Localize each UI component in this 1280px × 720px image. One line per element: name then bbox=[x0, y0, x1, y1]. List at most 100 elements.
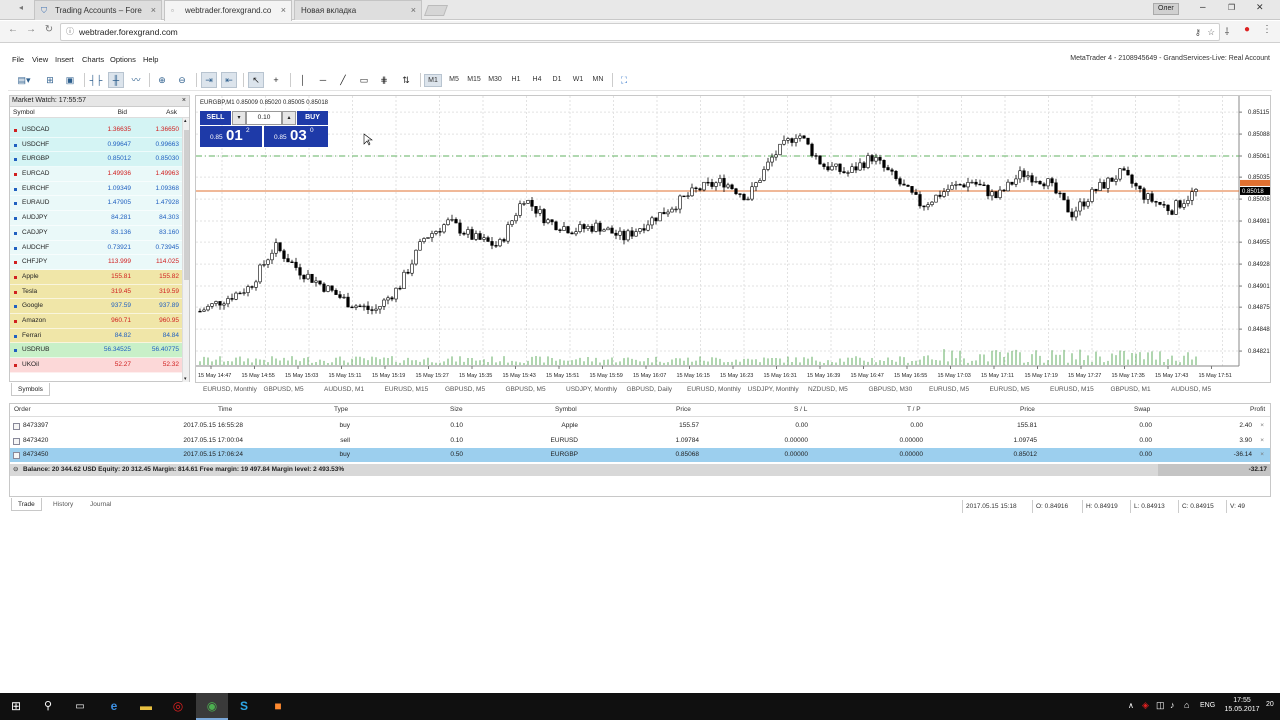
scroll-down-icon[interactable]: ▾ bbox=[184, 376, 187, 382]
market-watch-row[interactable]: USDCHF 0.99647 0.99663 bbox=[10, 137, 183, 153]
menu-view[interactable]: View bbox=[32, 55, 48, 64]
candlestick-icon[interactable]: ╫ bbox=[108, 72, 124, 88]
market-watch-row[interactable]: Amazon 960.71 960.95 bbox=[10, 313, 183, 329]
market-watch-row[interactable]: Apple 155.81 155.82 bbox=[10, 269, 183, 285]
chart-tab[interactable]: GBPUSD, M5 bbox=[506, 386, 546, 393]
close-icon[interactable]: × bbox=[151, 1, 156, 20]
sell-price[interactable]: 0.85 01 2 bbox=[200, 126, 262, 147]
language-indicator[interactable]: ENG bbox=[1200, 702, 1215, 709]
col-time[interactable]: Time bbox=[218, 406, 232, 413]
extension-icon[interactable]: ⸸ bbox=[1220, 24, 1234, 38]
market-watch-row[interactable]: AUDCHF 0.73921 0.73945 bbox=[10, 240, 183, 256]
vertical-line-icon[interactable]: │ bbox=[295, 72, 311, 88]
collapse-icon[interactable]: ⊖ bbox=[13, 464, 18, 476]
col-sl[interactable]: S / L bbox=[794, 406, 807, 413]
chart-tab[interactable]: GBPUSD, M5 bbox=[445, 386, 485, 393]
col-price[interactable]: Price bbox=[676, 406, 691, 413]
chart-tab[interactable]: EURUSD, M15 bbox=[385, 386, 429, 393]
market-watch-row[interactable]: EURCHF 1.09349 1.09368 bbox=[10, 181, 183, 197]
crosshair-icon[interactable]: + bbox=[268, 72, 284, 88]
close-order-icon[interactable]: × bbox=[1260, 448, 1264, 462]
col-symbol[interactable]: Symbol bbox=[555, 406, 577, 413]
new-chart-icon[interactable]: ▤▾ bbox=[12, 72, 36, 88]
timeframe-m30[interactable]: M30 bbox=[485, 74, 505, 87]
clock[interactable]: 17:55 15.05.2017 bbox=[1222, 696, 1262, 714]
chart-tab[interactable]: AUDUSD, M1 bbox=[324, 386, 364, 393]
network-icon[interactable]: ∧ bbox=[1128, 701, 1134, 710]
col-current-price[interactable]: Price bbox=[1020, 406, 1035, 413]
fibonacci-icon[interactable]: ⋕ bbox=[376, 72, 392, 88]
reload-icon[interactable]: ↻ bbox=[42, 24, 56, 35]
tab-menu-icon[interactable]: ◂ bbox=[14, 3, 28, 12]
timeframe-d1[interactable]: D1 bbox=[548, 74, 566, 87]
market-watch-scrollbar[interactable]: ▴ ▾ bbox=[182, 118, 189, 382]
col-order[interactable]: Order bbox=[14, 406, 31, 413]
scroll-up-icon[interactable]: ▴ bbox=[184, 118, 187, 124]
opera-icon[interactable]: ● bbox=[1240, 24, 1254, 35]
close-order-icon[interactable]: × bbox=[1260, 419, 1264, 433]
col-type[interactable]: Type bbox=[334, 406, 348, 413]
notification-count[interactable]: 20 bbox=[1266, 701, 1274, 708]
timeframe-mn[interactable]: MN bbox=[588, 74, 608, 87]
text-label-icon[interactable]: ▭ bbox=[356, 72, 372, 88]
volume-icon[interactable]: ♪ bbox=[1170, 700, 1175, 710]
search-icon[interactable]: ⚲ bbox=[32, 693, 64, 720]
tray-app-icon[interactable]: ◈ bbox=[1142, 700, 1149, 711]
zoom-in-icon[interactable]: ⊕ bbox=[154, 72, 170, 88]
profile-badge[interactable]: Олег bbox=[1153, 3, 1179, 15]
chart-window[interactable]: 0.85115 0.85088 0.85061 0.85035 0.85008 0.849… bbox=[195, 95, 1271, 383]
tab-trade[interactable]: Trade bbox=[11, 498, 42, 511]
col-ask[interactable]: Ask bbox=[166, 107, 177, 118]
auto-scroll-icon[interactable]: ⇤ bbox=[221, 72, 237, 88]
timeframe-m15[interactable]: M15 bbox=[464, 74, 484, 87]
chart-tab[interactable]: EURUSD, M15 bbox=[1050, 386, 1094, 393]
wifi-icon[interactable]: ⌂ bbox=[1184, 700, 1189, 710]
chart-tab[interactable]: AUDUSD, M5 bbox=[1171, 386, 1211, 393]
task-view-icon[interactable]: ▭ bbox=[64, 693, 96, 720]
market-watch-row[interactable]: Google 937.59 937.89 bbox=[10, 299, 183, 314]
chart-tab[interactable]: GBPUSD, Daily bbox=[627, 386, 673, 393]
chart-shift-icon[interactable]: ⇥ bbox=[201, 72, 217, 88]
buy-button[interactable]: BUY bbox=[297, 111, 328, 125]
cursor-icon[interactable]: ↖ bbox=[248, 72, 264, 88]
restore-icon[interactable]: ❐ bbox=[1228, 3, 1235, 12]
fullscreen-icon[interactable]: ⛶ bbox=[616, 72, 632, 88]
market-watch-row[interactable]: Tesla 319.45 319.59 bbox=[10, 284, 183, 300]
forward-icon[interactable]: → bbox=[24, 24, 38, 35]
file-explorer-icon[interactable]: ▬ bbox=[130, 693, 162, 720]
chart-tab[interactable]: GBPUSD, M5 bbox=[264, 386, 304, 393]
market-watch-row[interactable]: USDCAD 1.36635 1.36650 bbox=[10, 123, 183, 138]
order-row[interactable]: 8473397 2017.05.15 16:55:28 buy 0.10 Apple 15… bbox=[10, 419, 1270, 433]
chart-tab[interactable]: EURUSD, M5 bbox=[990, 386, 1030, 393]
market-watch-row[interactable]: USDRUB 56.34525 56.40775 bbox=[10, 343, 183, 358]
timeframe-m1[interactable]: M1 bbox=[424, 74, 442, 87]
chart-tab[interactable]: EURUSD, Monthly bbox=[687, 386, 741, 393]
chart-tab[interactable]: GBPUSD, M1 bbox=[1111, 386, 1151, 393]
chart-tab[interactable]: USDJPY, Monthly bbox=[566, 386, 617, 393]
horizontal-line-icon[interactable]: ─ bbox=[315, 72, 331, 88]
lot-increase-icon[interactable]: ▴ bbox=[282, 111, 296, 125]
col-profit[interactable]: Profit bbox=[1250, 406, 1265, 413]
zoom-out-icon[interactable]: ⊖ bbox=[174, 72, 190, 88]
lot-size-input[interactable]: 0.10 bbox=[246, 111, 282, 125]
chart-tab[interactable]: EURUSD, Monthly bbox=[203, 386, 257, 393]
indicators-icon[interactable]: ⇅ bbox=[398, 72, 414, 88]
col-swap[interactable]: Swap bbox=[1134, 406, 1150, 413]
col-tp[interactable]: T / P bbox=[907, 406, 921, 413]
opera-taskbar-icon[interactable]: ◎ bbox=[162, 693, 194, 720]
line-chart-icon[interactable]: 〰 bbox=[128, 72, 144, 88]
market-watch-row[interactable]: EURGBP 0.85012 0.85030 bbox=[10, 152, 183, 168]
edge-icon[interactable]: e bbox=[98, 693, 130, 720]
key-icon[interactable]: ⚷ bbox=[1195, 24, 1201, 40]
candlestick-chart[interactable]: 0.851150.850880.850610.850350.850080.849… bbox=[196, 96, 1272, 384]
col-bid[interactable]: Bid bbox=[118, 107, 127, 118]
menu-charts[interactable]: Charts bbox=[82, 55, 104, 64]
lot-decrease-icon[interactable]: ▾ bbox=[232, 111, 246, 125]
close-icon[interactable]: × bbox=[411, 1, 416, 20]
menu-options[interactable]: Options bbox=[110, 55, 136, 64]
col-size[interactable]: Size bbox=[450, 406, 463, 413]
timeframe-h1[interactable]: H1 bbox=[507, 74, 525, 87]
url-input[interactable]: ⓘ webtrader.forexgrand.com ⚷ ☆ bbox=[60, 23, 1220, 41]
window-close-icon[interactable]: ✕ bbox=[1256, 2, 1264, 13]
order-row[interactable]: 8473450 2017.05.15 17:06:24 buy 0.50 EURGBP 0… bbox=[10, 448, 1270, 462]
